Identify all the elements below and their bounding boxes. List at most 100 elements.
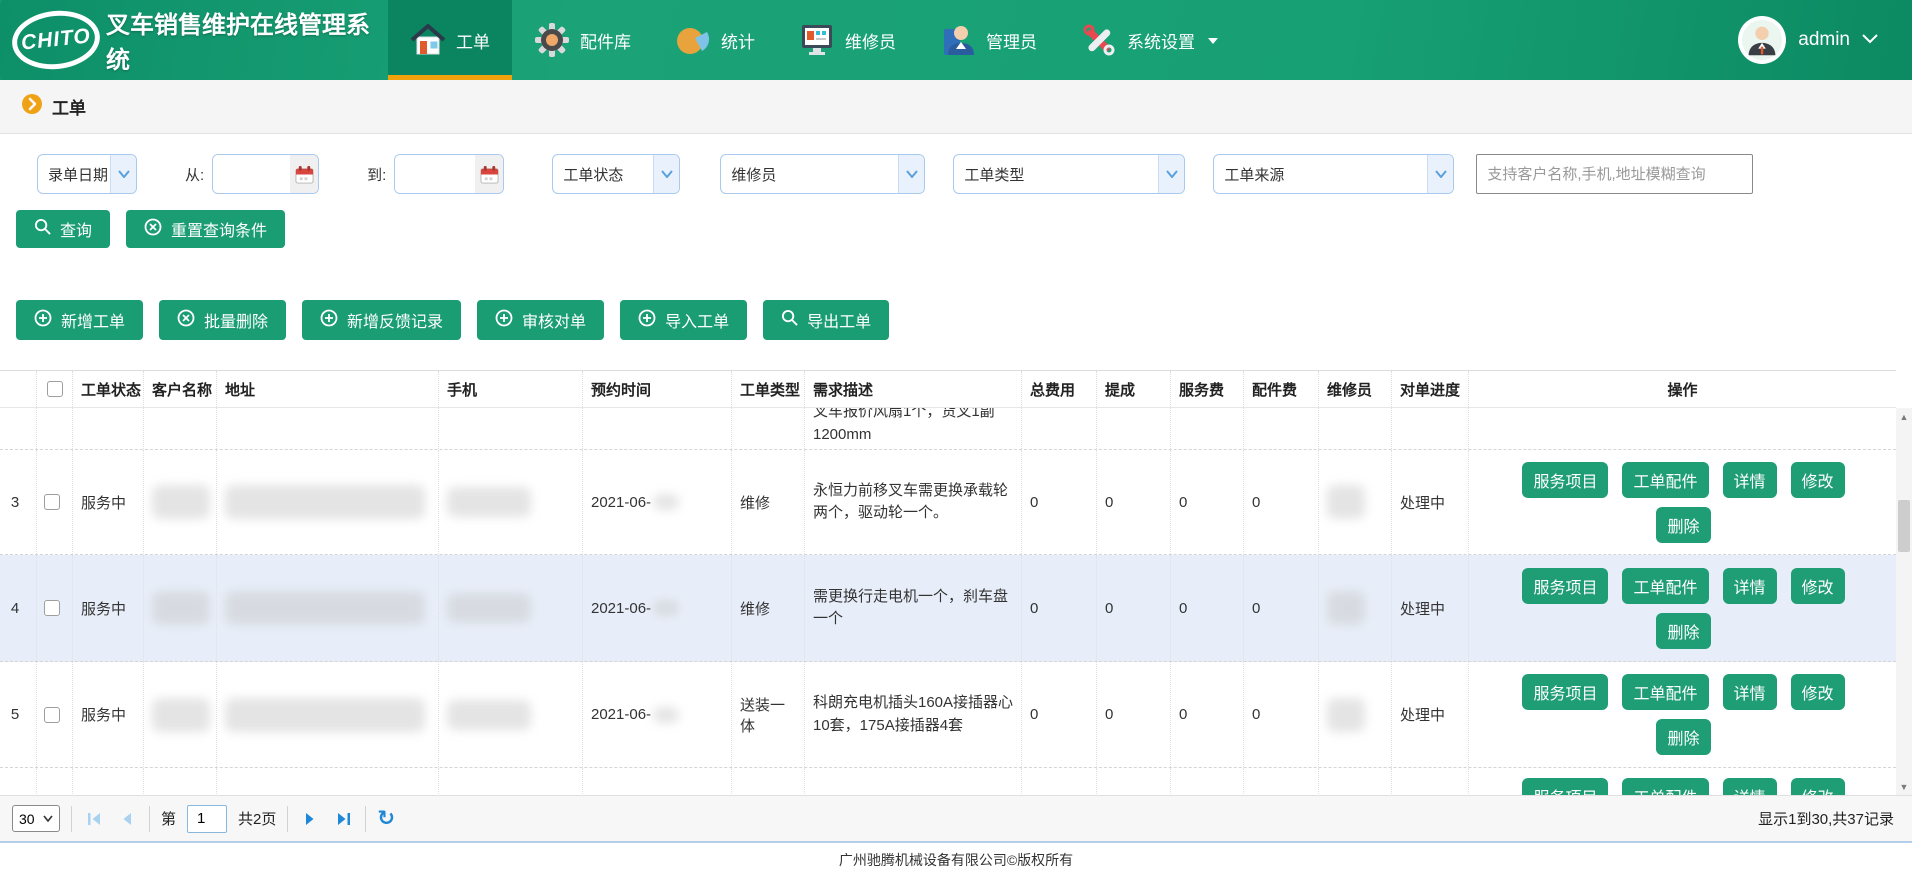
order-parts-button[interactable]: 工单配件 xyxy=(1622,462,1708,498)
scrollbar-thumb[interactable] xyxy=(1898,500,1910,552)
col-header-address: 地址 xyxy=(217,371,439,407)
order-status-select[interactable]: 工单状态 xyxy=(552,154,680,194)
delete-button[interactable]: 删除 xyxy=(1656,719,1710,755)
details-button[interactable]: 详情 xyxy=(1723,778,1777,795)
commission-cell: 0 xyxy=(1097,450,1171,554)
service-items-button[interactable]: 服务项目 xyxy=(1522,462,1608,498)
row-number: 3 xyxy=(0,450,37,554)
table-header-row: 工单状态 客户名称 地址 手机 预约时间 工单类型 需求描述 总费用 提成 服务… xyxy=(0,370,1896,408)
order-parts-button[interactable]: 工单配件 xyxy=(1622,778,1708,795)
col-header-service-fee: 服务费 xyxy=(1171,371,1244,407)
order-parts-button[interactable]: 工单配件 xyxy=(1622,568,1708,604)
col-header-actions: 操作 xyxy=(1469,371,1896,407)
appointment-cell: 2021-06- xyxy=(583,555,732,661)
tools-icon xyxy=(1081,22,1117,58)
date-from-field[interactable] xyxy=(212,154,319,194)
edit-button[interactable]: 修改 xyxy=(1791,674,1845,710)
service-fee-cell: 0 xyxy=(1171,450,1244,554)
filter-row: 录单日期 从: 到: xyxy=(16,154,1896,194)
date-from-input[interactable] xyxy=(213,155,290,193)
table-row: 5 服务中 2021-06- 送装一体 科朗充电机插头160A接插器心10套，1… xyxy=(0,662,1896,768)
separator xyxy=(365,806,366,832)
last-page-button[interactable] xyxy=(332,808,354,830)
date-to-input[interactable] xyxy=(395,155,475,193)
page-size-select[interactable]: 30 xyxy=(12,805,60,832)
redacted-repairman xyxy=(1327,698,1365,732)
add-feedback-button[interactable]: 新增反馈记录 xyxy=(302,300,461,340)
phone-cell xyxy=(439,450,583,554)
query-button[interactable]: 查询 xyxy=(16,210,110,248)
next-page-button[interactable] xyxy=(299,808,321,830)
date-type-select[interactable]: 录单日期 xyxy=(37,154,137,194)
select-all-checkbox[interactable] xyxy=(47,381,63,397)
edit-button[interactable]: 修改 xyxy=(1791,462,1845,498)
service-fee-cell: 0 xyxy=(1171,555,1244,661)
nav-item-label: 工单 xyxy=(456,28,490,53)
user-menu[interactable]: admin xyxy=(1738,0,1912,80)
actions-cell: 服务项目 工单配件 详情 修改 删除 xyxy=(1469,662,1896,767)
edit-button[interactable]: 修改 xyxy=(1791,568,1845,604)
nav-item-label: 配件库 xyxy=(580,28,631,53)
row-checkbox[interactable] xyxy=(44,494,60,510)
page-number-input[interactable] xyxy=(187,805,227,833)
type-cell: 维修 xyxy=(732,555,805,661)
delete-button[interactable]: 删除 xyxy=(1656,613,1710,649)
nav-item-settings[interactable]: 系统设置 xyxy=(1059,0,1241,80)
address-cell xyxy=(217,555,439,661)
redacted-phone xyxy=(447,593,531,623)
monitor-icon xyxy=(799,22,835,58)
workorders-table: 工单状态 客户名称 地址 手机 预约时间 工单类型 需求描述 总费用 提成 服务… xyxy=(0,370,1912,795)
plus-circle-icon xyxy=(320,309,338,332)
chevron-down-icon xyxy=(653,155,679,193)
redacted-address xyxy=(225,698,425,732)
order-type-select[interactable]: 工单类型 xyxy=(953,154,1185,194)
search-input[interactable] xyxy=(1476,154,1753,194)
service-items-button[interactable]: 服务项目 xyxy=(1522,674,1608,710)
prev-page-button[interactable] xyxy=(116,808,138,830)
add-workorder-button[interactable]: 新增工单 xyxy=(16,300,143,340)
chevron-down-icon xyxy=(1207,30,1219,50)
commission-cell: 0 xyxy=(1097,662,1171,767)
reset-filters-button[interactable]: 重置查询条件 xyxy=(126,210,285,248)
redacted-repairman xyxy=(1327,591,1365,625)
details-button[interactable]: 详情 xyxy=(1723,462,1777,498)
order-source-select[interactable]: 工单来源 xyxy=(1213,154,1454,194)
nav-item-admins[interactable]: 管理员 xyxy=(918,0,1059,80)
nav-item-workorders[interactable]: 工单 xyxy=(388,0,512,80)
date-to-field[interactable] xyxy=(394,154,504,194)
details-button[interactable]: 详情 xyxy=(1723,568,1777,604)
scroll-down-icon[interactable]: ▼ xyxy=(1896,778,1912,795)
total-fee-cell: 0 xyxy=(1022,662,1097,767)
parts-fee-cell: 0 xyxy=(1244,450,1319,554)
service-items-button[interactable]: 服务项目 xyxy=(1522,568,1608,604)
nav-item-parts[interactable]: 配件库 xyxy=(512,0,653,80)
delete-button[interactable]: 删除 xyxy=(1656,507,1710,543)
batch-delete-button[interactable]: 批量删除 xyxy=(159,300,286,340)
row-checkbox[interactable] xyxy=(44,707,60,723)
nav-item-label: 维修员 xyxy=(845,28,896,53)
row-number: 5 xyxy=(0,662,37,767)
details-button[interactable]: 详情 xyxy=(1723,674,1777,710)
calendar-icon[interactable] xyxy=(290,155,318,193)
chevron-down-icon xyxy=(1158,155,1184,193)
chevron-down-icon xyxy=(898,155,924,193)
export-workorders-button[interactable]: 导出工单 xyxy=(763,300,889,340)
refresh-icon[interactable]: ↻ xyxy=(377,808,395,829)
first-page-button[interactable] xyxy=(83,808,105,830)
service-items-button[interactable]: 服务项目 xyxy=(1522,778,1608,795)
import-workorders-button[interactable]: 导入工单 xyxy=(620,300,747,340)
edit-button[interactable]: 修改 xyxy=(1791,778,1845,795)
nav-item-repairmen[interactable]: 维修员 xyxy=(777,0,918,80)
nav-item-stats[interactable]: 统计 xyxy=(653,0,777,80)
customer-cell xyxy=(144,450,217,554)
audit-order-button[interactable]: 审核对单 xyxy=(477,300,604,340)
scroll-up-icon[interactable]: ▲ xyxy=(1896,408,1912,425)
vertical-scrollbar[interactable]: ▲ ▼ xyxy=(1896,408,1912,795)
calendar-icon[interactable] xyxy=(475,155,503,193)
page-title: 工单 xyxy=(52,94,86,119)
repairman-select[interactable]: 维修员 xyxy=(720,154,925,194)
breadcrumb-chevron-icon xyxy=(22,94,42,119)
total-pages-label: 共2页 xyxy=(238,808,276,829)
order-parts-button[interactable]: 工单配件 xyxy=(1622,674,1708,710)
row-checkbox[interactable] xyxy=(44,600,60,616)
